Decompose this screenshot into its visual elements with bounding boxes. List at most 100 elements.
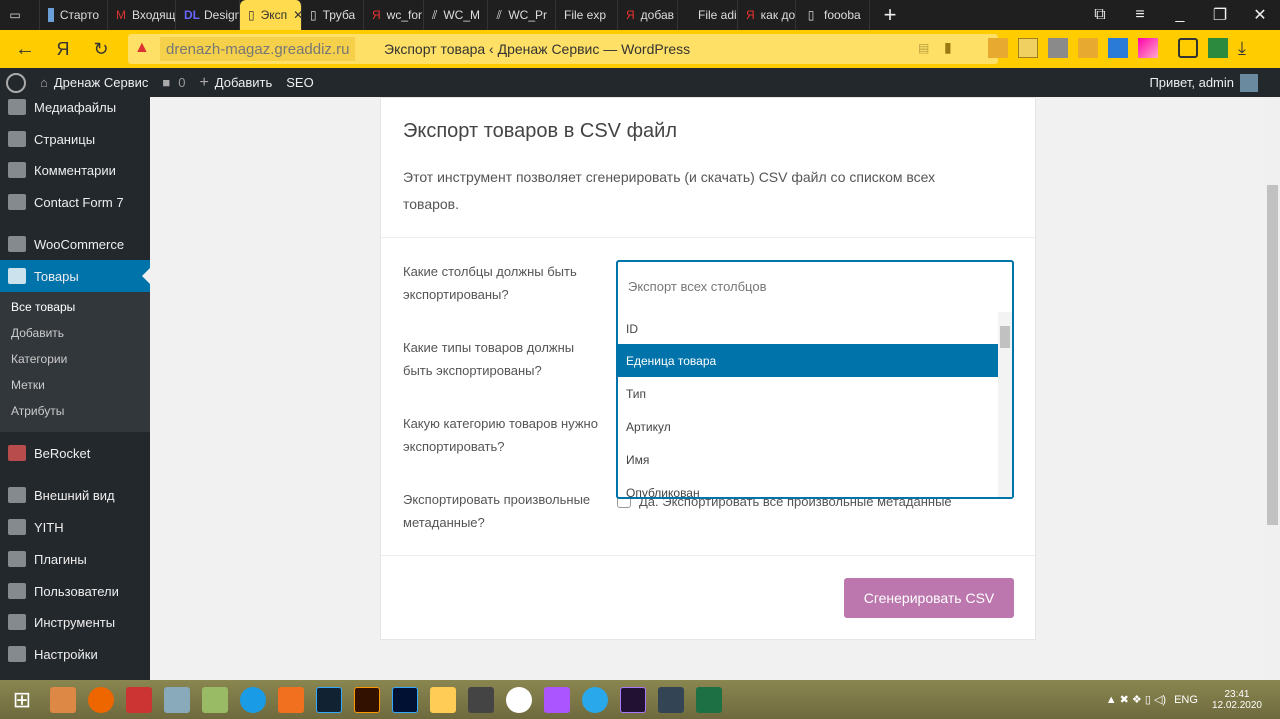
extension-icon[interactable] <box>988 38 1008 58</box>
sidebar-item-contact-form[interactable]: Contact Form 7 <box>0 186 150 218</box>
sidebar-item-berocket[interactable]: BeRocket <box>0 437 150 469</box>
sidebar-item-users[interactable]: Пользователи <box>0 575 150 607</box>
clock[interactable]: 23:41 12.02.2020 <box>1212 689 1262 711</box>
app-icon[interactable] <box>126 686 152 713</box>
sidebar-item-products[interactable]: Товары <box>0 260 150 292</box>
illustrator-icon[interactable] <box>354 686 380 713</box>
columns-search-input[interactable]: Экспорт всех столбцов <box>628 279 767 294</box>
yandex-icon[interactable]: Я <box>50 39 76 60</box>
comments-count[interactable]: 0 <box>178 75 185 90</box>
wordpress-logo-icon[interactable] <box>6 72 26 93</box>
url-field[interactable]: ▲ drenazh-magaz.greaddiz.ru Экспорт това… <box>128 34 998 64</box>
submenu-add[interactable]: Добавить <box>0 320 150 346</box>
app-icon[interactable] <box>202 686 228 713</box>
xampp-icon[interactable] <box>278 686 304 713</box>
paint-icon[interactable] <box>164 686 190 713</box>
minimize-button[interactable]: _ <box>1160 6 1200 24</box>
browser-tab[interactable]: Яwc_for <box>364 0 424 30</box>
option-item[interactable]: Опубликован <box>618 476 998 498</box>
extension-icon[interactable] <box>1078 38 1098 58</box>
sidebar-item-media[interactable]: Медиафайлы <box>0 91 150 123</box>
user-greeting[interactable]: Привет, admin <box>1149 75 1234 90</box>
sidebar-item-tools[interactable]: Инструменты <box>0 606 150 638</box>
avatar[interactable] <box>1240 73 1258 92</box>
restore-button[interactable]: ❐ <box>1200 5 1240 25</box>
extension-color-icon[interactable] <box>1138 38 1158 58</box>
submenu-categories[interactable]: Категории <box>0 346 150 372</box>
submenu-all-products[interactable]: Все товары <box>0 294 150 320</box>
submenu-tags[interactable]: Метки <box>0 372 150 398</box>
sidebar-item-plugins[interactable]: Плагины <box>0 543 150 575</box>
firefox-icon[interactable] <box>88 686 114 713</box>
close-window-button[interactable]: ✕ <box>1240 5 1280 25</box>
option-item-highlighted[interactable]: Еденица товара <box>618 344 998 377</box>
bookmarks-icon[interactable]: ⧉ <box>1080 6 1120 24</box>
browser-tab[interactable]: M Входящ <box>108 0 176 30</box>
extension-key-icon[interactable] <box>1178 38 1198 58</box>
vectorworks-icon[interactable] <box>316 686 342 713</box>
scrollbar-thumb[interactable] <box>1000 326 1010 348</box>
ccleaner-icon[interactable] <box>50 686 76 713</box>
browser-tab[interactable]: File adi <box>678 0 738 30</box>
yandex-icon: Я <box>626 8 635 22</box>
generate-csv-button[interactable]: Сгенерировать CSV <box>844 578 1014 618</box>
browser-tab[interactable]: ⫽ WC_M <box>424 0 488 30</box>
browser-tab[interactable]: ▯ foooba <box>796 0 870 30</box>
new-tab-button[interactable]: + <box>870 2 910 28</box>
option-item[interactable]: Тип <box>618 377 998 410</box>
close-icon[interactable]: ✕ <box>293 8 301 22</box>
submenu-attributes[interactable]: Атрибуты <box>0 398 150 424</box>
extension-excel-icon[interactable] <box>1208 38 1228 58</box>
scrollbar-thumb[interactable] <box>1267 185 1278 525</box>
add-new-link[interactable]: Добавить <box>215 75 272 90</box>
option-item[interactable]: ID <box>618 312 998 345</box>
browser-tab[interactable]: File exp <box>556 0 618 30</box>
dropdown-scrollbar[interactable] <box>998 312 1012 497</box>
browser-tab[interactable]: Ядобав <box>618 0 678 30</box>
browser-tab-active[interactable]: ▯ Эксп ✕ <box>240 0 302 30</box>
option-item[interactable]: Имя <box>618 443 998 476</box>
browser-tab[interactable]: Старто <box>40 0 108 30</box>
extension-se-icon[interactable] <box>1048 38 1068 58</box>
browser-tab[interactable]: Якак до <box>738 0 796 30</box>
sidebar-item-yith[interactable]: YITH <box>0 511 150 543</box>
extension-s-icon[interactable] <box>1108 38 1128 58</box>
telegram-icon[interactable] <box>582 686 608 713</box>
page-scrollbar[interactable] <box>1265 97 1280 680</box>
sidebar-item-comments[interactable]: Комментарии <box>0 154 150 186</box>
types-label: Какие типы товаров должны быть экспортир… <box>403 340 575 378</box>
browser-tab[interactable]: DL Design <box>176 0 240 30</box>
sublime-icon[interactable] <box>468 686 494 713</box>
after-effects-icon[interactable] <box>620 686 646 713</box>
reload-icon[interactable]: ↻ <box>76 39 126 60</box>
site-name-link[interactable]: Дренаж Сервис <box>54 75 149 90</box>
extensions-bar: ⤓ <box>988 38 1258 58</box>
tray-icons[interactable]: ▲ ✖ ❖ ▯ ◁) <box>1106 693 1166 706</box>
app-icon[interactable] <box>658 686 684 713</box>
seo-link[interactable]: SEO <box>286 75 313 90</box>
reader-icon[interactable]: ▤ <box>918 41 929 55</box>
browser-tab[interactable]: ▯ Труба <box>302 0 364 30</box>
sidebar-item-pages[interactable]: Страницы <box>0 123 150 155</box>
windows-start-icon[interactable]: ⊞ <box>0 687 44 713</box>
sidebar-item-woocommerce[interactable]: WooCommerce <box>0 228 150 260</box>
language-indicator[interactable]: ENG <box>1174 694 1198 706</box>
tab-manager-button[interactable]: ▭ <box>0 0 40 30</box>
url-text[interactable]: drenazh-magaz.greaddiz.ru <box>160 37 356 61</box>
explorer-icon[interactable] <box>430 686 456 713</box>
option-item[interactable]: Артикул <box>618 410 998 443</box>
download-icon[interactable]: ⤓ <box>1238 38 1258 58</box>
sidebar-item-settings[interactable]: Настройки <box>0 638 150 670</box>
figma-icon[interactable] <box>544 686 570 713</box>
photoshop-icon[interactable] <box>392 686 418 713</box>
excel-icon[interactable] <box>696 686 722 713</box>
yandex-browser-icon[interactable] <box>506 686 532 713</box>
browser-tab[interactable]: ⫽ WC_Pr <box>488 0 556 30</box>
menu-icon[interactable]: ≡ <box>1120 6 1160 24</box>
skype-icon[interactable] <box>240 686 266 713</box>
extension-em-icon[interactable] <box>1018 38 1038 58</box>
back-icon[interactable]: ← <box>0 38 50 61</box>
sidebar-item-appearance[interactable]: Внешний вид <box>0 479 150 511</box>
columns-multiselect[interactable]: Экспорт всех столбцов ID Еденица товара … <box>616 260 1014 499</box>
bookmark-icon[interactable]: ▮ <box>944 39 952 56</box>
